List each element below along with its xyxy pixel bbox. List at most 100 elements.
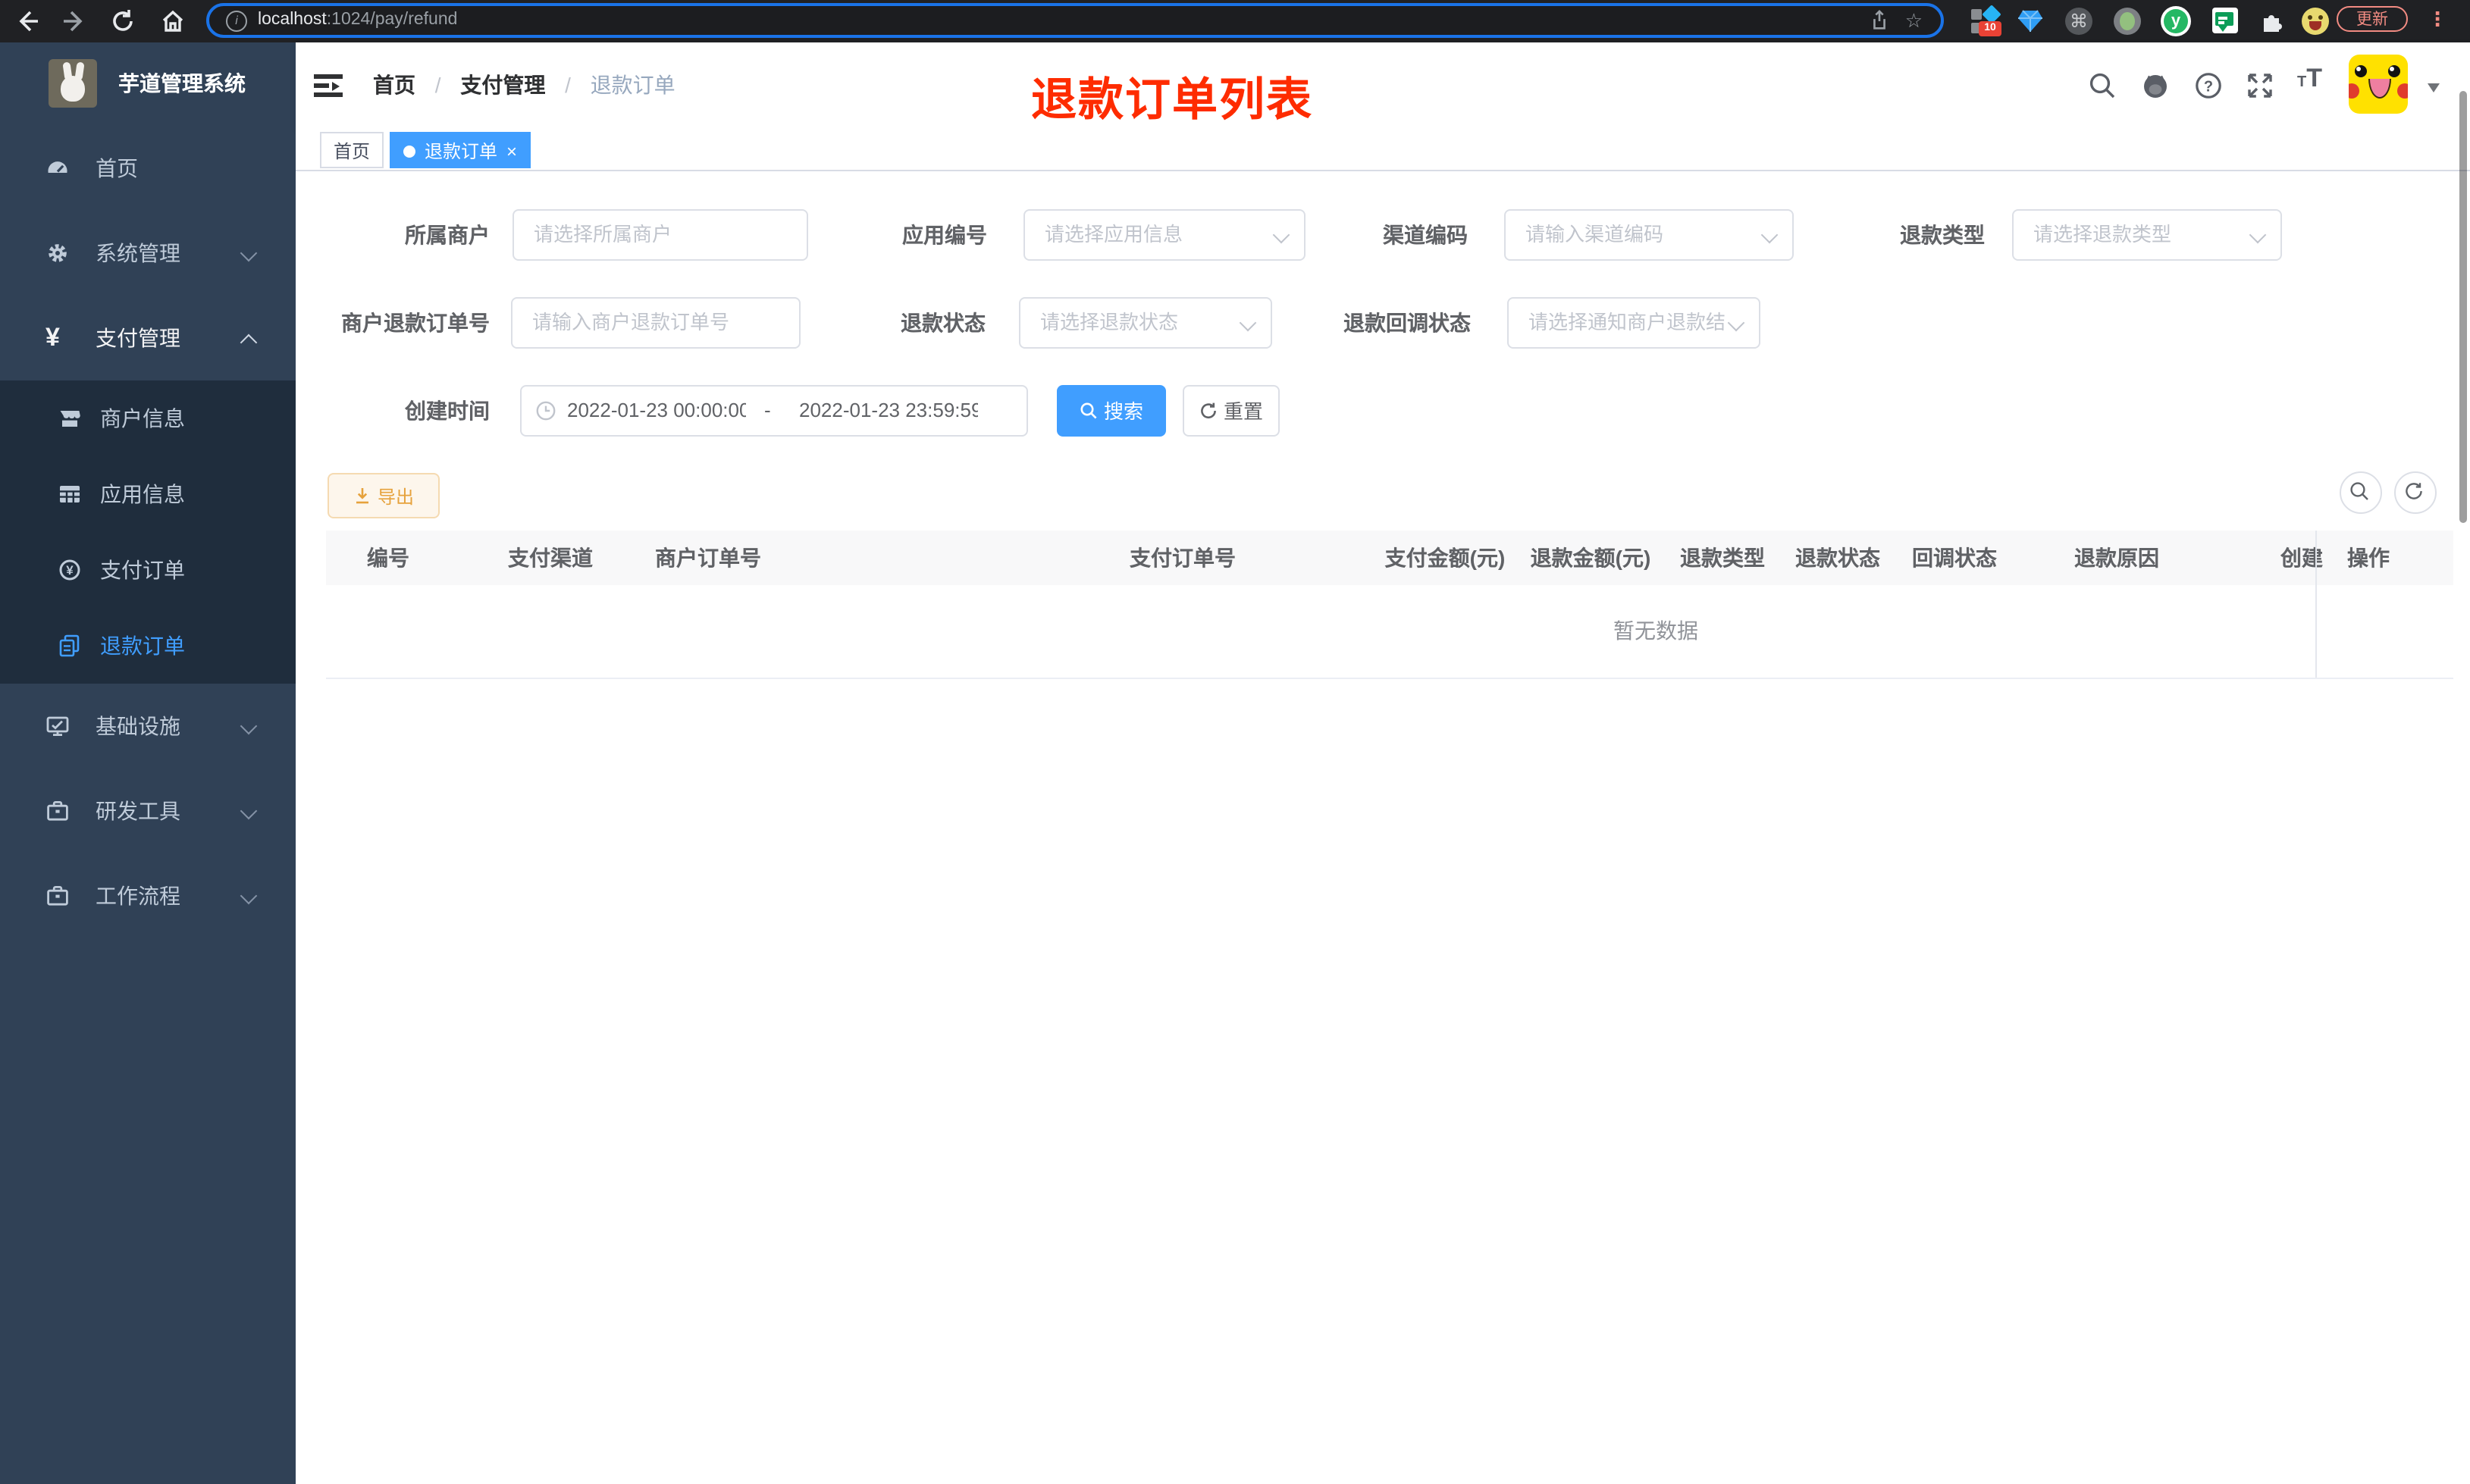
fullscreen-icon[interactable] xyxy=(2246,71,2274,100)
font-size-icon[interactable]: TT xyxy=(2297,64,2322,94)
sidebar-item-dev-tools[interactable]: 研发工具 xyxy=(0,769,296,853)
url-path: :1024/pay/refund xyxy=(326,11,458,29)
reload-icon[interactable] xyxy=(109,8,136,35)
dashboard-icon xyxy=(45,156,70,180)
toggle-search-button[interactable] xyxy=(2340,471,2382,514)
tab-refund-order[interactable]: 退款订单 × xyxy=(390,132,531,168)
label-refund-type: 退款类型 xyxy=(1900,223,1985,247)
profile-avatar-icon[interactable] xyxy=(2302,8,2329,35)
col-pay-amount: 支付金额(元) xyxy=(1384,546,1506,570)
screen: i localhost:1024/pay/refund ☆ 10 ⌘ y 更新 … xyxy=(0,0,2470,1484)
store-icon xyxy=(58,406,82,430)
pay-order-icon: ¥ xyxy=(58,558,82,582)
sidebar-item-workflow[interactable]: 工作流程 xyxy=(0,853,296,938)
yen-icon: ¥ xyxy=(45,323,60,352)
chevron-down-icon xyxy=(240,717,258,735)
sidebar-item-payment[interactable]: ¥ 支付管理 xyxy=(0,296,296,380)
notify-status-select[interactable]: 请选择通知商户退款结果 xyxy=(1507,297,1760,349)
select-arrow-icon xyxy=(2249,226,2267,244)
merchant-refund-no-input[interactable]: 请输入商户退款订单号 xyxy=(511,297,801,349)
breadcrumb-payment[interactable]: 支付管理 xyxy=(460,73,545,97)
sidebar-item-home[interactable]: 首页 xyxy=(0,126,296,211)
extension-puzzle-icon[interactable] xyxy=(2259,8,2287,35)
bookmark-star-icon[interactable]: ☆ xyxy=(1905,8,1923,33)
github-icon[interactable] xyxy=(2141,71,2170,100)
refund-type-select[interactable]: 请选择退款类型 xyxy=(2012,209,2282,261)
export-button[interactable]: 导出 xyxy=(328,473,440,518)
sidebar-item-refund-order[interactable]: 退款订单 xyxy=(0,608,296,684)
tab-home[interactable]: 首页 xyxy=(320,132,384,168)
breadcrumb: 首页 / 支付管理 / 退款订单 xyxy=(373,73,675,97)
help-icon[interactable]: ? xyxy=(2194,71,2223,100)
search-icon[interactable] xyxy=(2088,71,2117,100)
label-app: 应用编号 xyxy=(902,223,987,247)
range-start-value: 2022-01-23 00:00:00 xyxy=(567,399,746,421)
channel-select[interactable]: 请输入渠道编码 xyxy=(1504,209,1794,261)
select-arrow-icon xyxy=(1727,314,1745,332)
extension-yuque-icon[interactable]: y xyxy=(2161,6,2191,36)
extension-command-icon[interactable]: ⌘ xyxy=(2065,8,2092,35)
app-title: 芋道管理系统 xyxy=(118,71,246,95)
back-icon[interactable] xyxy=(14,8,41,35)
fixed-column-divider xyxy=(2315,531,2317,678)
col-merchant-order-no: 商户订单号 xyxy=(655,546,761,570)
col-callback-status: 回调状态 xyxy=(1912,546,1997,570)
extension-gray-circle-icon[interactable] xyxy=(2114,8,2141,35)
share-icon[interactable] xyxy=(1868,9,1891,32)
home-icon[interactable] xyxy=(159,8,187,35)
hamburger-icon[interactable] xyxy=(314,74,343,97)
app-select[interactable]: 请选择应用信息 xyxy=(1023,209,1306,261)
label-create-time: 创建时间 xyxy=(405,399,490,423)
empty-text: 暂无数据 xyxy=(1613,618,1698,643)
sidebar-item-pay-order[interactable]: ¥ 支付订单 xyxy=(0,532,296,608)
clock-icon xyxy=(535,400,556,421)
logo-rabbit-icon xyxy=(49,59,97,108)
col-id: 编号 xyxy=(367,546,409,570)
extension-badge: 10 xyxy=(1979,21,2001,36)
col-pay-channel: 支付渠道 xyxy=(508,546,593,570)
user-caret-down-icon[interactable] xyxy=(2428,83,2440,99)
monitor-icon xyxy=(45,714,70,738)
col-refund-amount: 退款金额(元) xyxy=(1530,546,1651,570)
sidebar-item-system[interactable]: 系统管理 xyxy=(0,211,296,296)
refresh-button[interactable] xyxy=(2394,471,2437,514)
col-refund-type: 退款类型 xyxy=(1680,546,1765,570)
update-button[interactable]: 更新 xyxy=(2337,6,2408,32)
select-arrow-icon xyxy=(1760,226,1779,244)
sidebar-logo[interactable]: 芋道管理系统 xyxy=(0,42,296,126)
extension-chat-icon[interactable] xyxy=(2212,8,2240,35)
svg-text:?: ? xyxy=(2204,78,2213,95)
label-refund-status: 退款状态 xyxy=(901,311,986,335)
range-separator: - xyxy=(764,399,771,421)
page-title-annotation: 退款订单列表 xyxy=(1031,76,1313,126)
extension-grid-icon[interactable]: 10 xyxy=(1971,5,2001,36)
chevron-down-icon xyxy=(240,802,258,820)
forward-icon[interactable] xyxy=(61,8,88,35)
extension-diamond-icon[interactable] xyxy=(2017,8,2044,35)
label-notify-status: 退款回调状态 xyxy=(1343,311,1471,335)
breadcrumb-home[interactable]: 首页 xyxy=(373,73,415,97)
merchant-input[interactable]: 请选择所属商户 xyxy=(512,209,808,261)
sidebar-item-app-info[interactable]: 应用信息 xyxy=(0,456,296,532)
table-empty-row: 暂无数据 xyxy=(326,585,2453,679)
create-time-range-picker[interactable]: 2022-01-23 00:00:00 - 2022-01-23 23:59:5… xyxy=(520,385,1028,437)
refund-status-select[interactable]: 请选择退款状态 xyxy=(1019,297,1272,349)
sidebar-item-merchant-info[interactable]: 商户信息 xyxy=(0,380,296,456)
browser-menu-icon[interactable]: ⋮ xyxy=(2428,5,2447,35)
col-actions: 操作 xyxy=(2347,546,2390,570)
chevron-down-icon xyxy=(240,887,258,905)
scrollbar-thumb[interactable] xyxy=(2459,91,2467,523)
select-arrow-icon xyxy=(1272,226,1290,244)
sidebar-item-infra[interactable]: 基础设施 xyxy=(0,684,296,769)
info-icon[interactable]: i xyxy=(226,11,247,32)
search-button[interactable]: 搜索 xyxy=(1057,385,1166,437)
briefcase-icon xyxy=(45,884,70,908)
reset-button[interactable]: 重置 xyxy=(1183,385,1280,437)
tab-close-icon[interactable]: × xyxy=(506,141,517,162)
col-pay-order-no: 支付订单号 xyxy=(1130,546,1236,570)
user-avatar[interactable] xyxy=(2349,55,2408,114)
chevron-up-icon xyxy=(240,333,258,352)
payment-submenu: 商户信息 应用信息 ¥ 支付订单 退款订单 xyxy=(0,380,296,684)
svg-text:¥: ¥ xyxy=(66,563,74,578)
url-bar[interactable]: i localhost:1024/pay/refund ☆ xyxy=(206,3,1944,38)
